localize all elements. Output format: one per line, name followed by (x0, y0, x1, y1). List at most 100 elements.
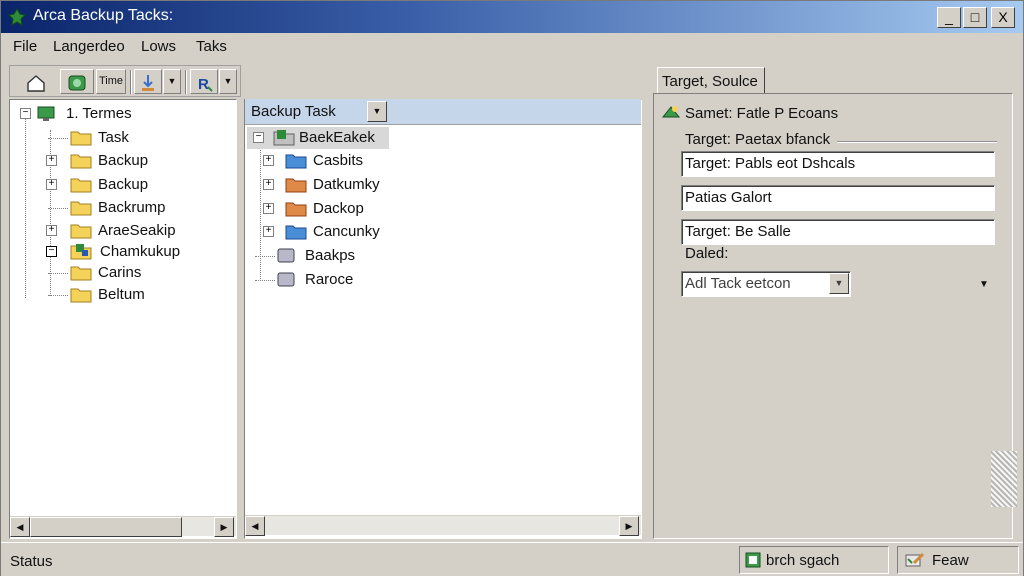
chevron-down-icon[interactable]: ▼ (979, 279, 989, 290)
target-name-field[interactable]: Target: Be Salle (681, 219, 995, 245)
search-status-icon (745, 552, 761, 568)
folder-icon (70, 288, 92, 303)
scroll-left-button[interactable]: ◀ (10, 517, 30, 537)
tree-item[interactable]: Carins (16, 262, 226, 284)
task-item[interactable]: + Dackop (247, 198, 447, 220)
tab-target-source[interactable]: Target, Soulce (657, 67, 765, 95)
task-item-label: Raroce (305, 271, 354, 288)
expand-icon[interactable]: + (263, 179, 274, 190)
task-action-select[interactable]: Adl Tack eetcon ▼ (681, 271, 851, 297)
tree-item-label: Chamkukup (100, 243, 181, 260)
collapse-icon[interactable]: − (46, 246, 57, 257)
chevron-down-icon[interactable]: ▼ (829, 273, 849, 294)
tree-item[interactable]: + Backup (16, 150, 226, 172)
tree-item[interactable]: + Backup (16, 174, 226, 196)
maximize-button[interactable]: □ (963, 7, 987, 28)
task-action-select-value: Adl Tack eetcon (685, 275, 791, 292)
folder-icon (70, 178, 92, 193)
status-view-cell[interactable]: Feaw (897, 546, 1019, 574)
drive-icon (277, 248, 295, 263)
backup-task-combo[interactable]: Backup Task ▼ (245, 99, 641, 125)
tree-item-label: Carins (98, 264, 142, 281)
restore-button[interactable]: R (190, 69, 218, 94)
scroll-right-button[interactable]: ▶ (214, 517, 234, 537)
menu-bar: File Langerdeo Lows Taks (1, 33, 1023, 61)
app-window: Arca Backup Tacks: _ □ X File Langerdeo … (0, 0, 1024, 576)
tree-root[interactable]: − 1. Termes (16, 103, 226, 125)
task-item-label: Dackop (313, 200, 364, 217)
tree-item[interactable]: + AraeSeakip (16, 220, 226, 242)
status-search-cell[interactable]: brch sgach (739, 546, 889, 574)
tree-item-label: Beltum (98, 286, 145, 303)
title-bar[interactable]: Arca Backup Tacks: _ □ X (1, 1, 1023, 33)
scroll-right-button[interactable]: ▶ (619, 516, 639, 536)
toolbar: Time ▼ R ▼ (9, 65, 241, 97)
collapse-icon[interactable]: − (20, 108, 31, 119)
tree-line (48, 208, 68, 209)
app-icon (7, 8, 27, 26)
task-item[interactable]: + Cancunky (247, 221, 447, 243)
resize-grip[interactable] (991, 451, 1017, 507)
menu-file[interactable]: File (13, 38, 37, 55)
tree-line (48, 273, 68, 274)
task-item[interactable]: + Datkumky (247, 174, 447, 196)
tree-item-label: AraeSeakip (98, 222, 176, 239)
menu-langerdeo[interactable]: Langerdeo (53, 38, 125, 55)
tree-line (48, 295, 68, 296)
task-folder-icon (70, 244, 92, 260)
expand-icon[interactable]: + (46, 155, 57, 166)
time-button-label: Time (98, 75, 124, 87)
download-icon (142, 75, 154, 91)
middle-hscrollbar[interactable]: ◀ ▶ (245, 515, 641, 536)
backup-button[interactable] (60, 69, 94, 94)
status-view-text: Feaw (932, 552, 969, 569)
target-icon (661, 106, 681, 118)
home-button[interactable] (16, 69, 56, 94)
status-text: Status (10, 553, 53, 570)
task-item-label: Casbits (313, 152, 364, 169)
folder-orange-icon (285, 202, 307, 217)
target-header: Samet: Fatle P Ecoans (685, 105, 839, 122)
left-hscrollbar[interactable]: ◀ ▶ (10, 516, 236, 537)
chevron-down-icon[interactable]: ▼ (367, 101, 387, 122)
target-path-field[interactable]: Target: Pabls eot Dshcals (681, 151, 995, 177)
folder-orange-icon (285, 178, 307, 193)
task-item[interactable]: Baakps (247, 245, 447, 267)
expand-icon[interactable]: + (263, 155, 274, 166)
tree-item[interactable]: Backrump (16, 197, 226, 219)
folder-icon (70, 266, 92, 281)
expand-icon[interactable]: + (263, 226, 274, 237)
close-button[interactable]: X (991, 7, 1015, 28)
expand-icon[interactable]: + (46, 179, 57, 190)
menu-lows[interactable]: Lows (141, 38, 176, 55)
patias-field[interactable]: Patias Galort (681, 185, 995, 211)
task-item[interactable]: Raroce (247, 269, 447, 291)
window-title: Arca Backup Tacks: (33, 7, 174, 24)
expand-icon[interactable]: + (46, 225, 57, 236)
left-tree-pane[interactable]: − 1. Termes Task + Backup + Backup Backr… (9, 99, 237, 539)
task-item[interactable]: + Casbits (247, 150, 447, 172)
minimize-button[interactable]: _ (937, 7, 961, 28)
tree-item[interactable]: Beltum (16, 284, 226, 306)
download-dropdown-button[interactable]: ▼ (163, 69, 181, 94)
backup-icon (68, 75, 86, 91)
svg-text:R: R (198, 76, 209, 93)
selected-task-row[interactable]: − BaekEakek (247, 127, 389, 149)
tree-item[interactable]: Task (16, 127, 226, 149)
menu-taks[interactable]: Taks (196, 38, 227, 55)
time-button[interactable]: Time (96, 69, 126, 94)
chevron-down-icon: ▼ (167, 76, 177, 86)
tree-item-label: Task (98, 129, 129, 146)
expand-icon[interactable]: + (263, 203, 274, 214)
scroll-thumb[interactable] (30, 517, 182, 537)
scroll-left-button[interactable]: ◀ (245, 516, 265, 536)
tree-line (255, 256, 275, 257)
restore-dropdown-button[interactable]: ▼ (219, 69, 237, 94)
collapse-icon[interactable]: − (253, 132, 264, 143)
backup-task-icon (273, 130, 295, 146)
download-button[interactable] (134, 69, 162, 94)
tree-item[interactable]: − Chamkukup (16, 241, 226, 263)
tree-item-label: Backup (98, 176, 149, 193)
toolbar-separator (130, 70, 132, 94)
drive-icon (277, 272, 295, 287)
